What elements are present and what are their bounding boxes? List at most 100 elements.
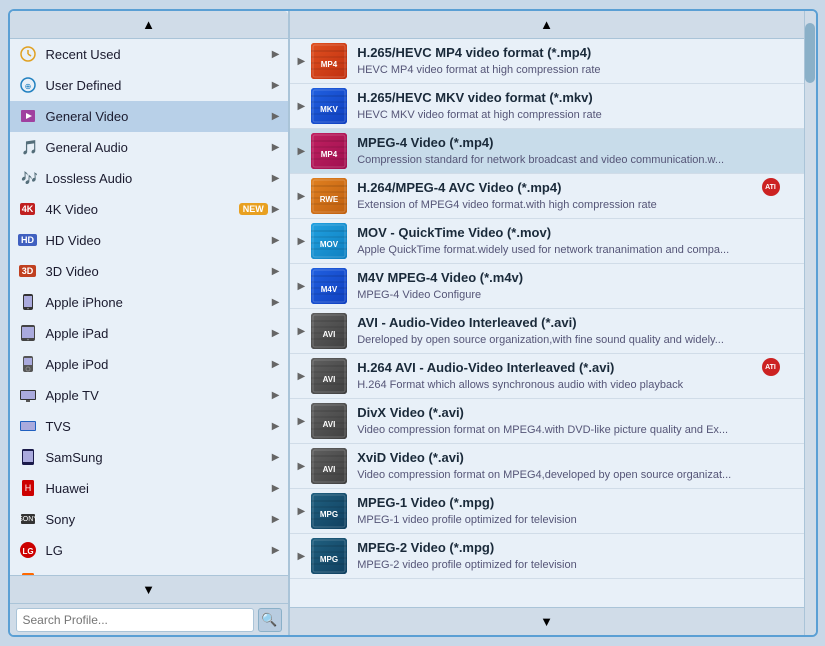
sidebar-item-label: 3D Video [46,264,268,279]
ati-badge: ATI [762,178,780,196]
scrollbar-track [804,11,816,635]
arrow-icon: ▶ [298,191,306,202]
tvs-icon [18,416,38,436]
sidebar-item-general-video[interactable]: General Video▶ [10,101,288,132]
format-item-mpeg4[interactable]: ▶ MP4 MPEG-4 Video (*.mp4)Compression st… [290,129,804,174]
format-info: XviD Video (*.avi)Video compression form… [357,450,795,482]
format-desc: MPEG-4 Video Configure [357,288,795,302]
svg-text:🎵: 🎵 [21,139,37,155]
hd-icon: HD [18,230,38,250]
format-item-h265-mkv[interactable]: ▶ MKV H.265/HEVC MKV video format (*.mkv… [290,84,804,129]
arrow-icon: ▶ [272,297,280,308]
sidebar-item-label: General Audio [46,140,268,155]
svg-text:MP4: MP4 [321,60,338,69]
sidebar-item-3d-video[interactable]: 3D3D Video▶ [10,256,288,287]
user-icon: ⊕ [18,75,38,95]
arrow-icon: ▶ [272,266,280,277]
left-scroll-down[interactable]: ▼ [10,575,288,603]
svg-text:LG: LG [22,547,33,556]
chevron-up-icon: ▲ [142,17,155,32]
format-item-mpeg2[interactable]: ▶ MPG MPEG-2 Video (*.mpg)MPEG-2 video p… [290,534,804,579]
sidebar-item-label: User Defined [46,78,268,93]
svg-text:MKV: MKV [320,105,338,114]
sidebar-item-user-defined[interactable]: ⊕User Defined▶ [10,70,288,101]
sidebar-item-label: General Video [46,109,268,124]
right-panel: ▲ ▶ MP4 H.265/HEVC MP4 video format (*.m… [290,11,804,635]
format-thumbnail: MOV [311,223,347,259]
format-info: MPEG-4 Video (*.mp4)Compression standard… [357,135,795,167]
search-bar: 🔍 [10,603,288,635]
format-name: AVI - Audio-Video Interleaved (*.avi) [357,315,795,332]
sidebar-item-apple-tv[interactable]: Apple TV▶ [10,380,288,411]
format-info: H.265/HEVC MKV video format (*.mkv)HEVC … [357,90,795,122]
format-thumbnail: AVI [311,358,347,394]
format-item-h265-mp4[interactable]: ▶ MP4 H.265/HEVC MP4 video format (*.mp4… [290,39,804,84]
phone-icon [18,292,38,312]
sidebar-item-lg[interactable]: LGLG▶ [10,535,288,566]
right-scroll-down[interactable]: ▼ [290,607,804,635]
left-list: Recent Used▶⊕User Defined▶General Video▶… [10,39,288,575]
arrow-icon: ▶ [298,281,306,292]
scrollbar-thumb[interactable] [805,23,815,83]
sidebar-item-general-audio[interactable]: 🎵General Audio▶ [10,132,288,163]
format-name: H.264 AVI - Audio-Video Interleaved (*.a… [357,360,795,377]
svg-text:⊕: ⊕ [24,82,31,91]
sidebar-item-apple-ipod[interactable]: Apple iPod▶ [10,349,288,380]
format-desc: Video compression format on MPEG4,develo… [357,468,795,482]
format-item-xvid[interactable]: ▶ AVI XviD Video (*.avi)Video compressio… [290,444,804,489]
format-thumbnail: MP4 [311,133,347,169]
svg-text:MP4: MP4 [321,150,338,159]
right-scroll-up[interactable]: ▲ [290,11,804,39]
search-button[interactable]: 🔍 [258,608,282,632]
sidebar-item-xiaomi[interactable]: MiXiaomi▶ [10,566,288,575]
sidebar-item-apple-ipad[interactable]: Apple iPad▶ [10,318,288,349]
format-item-mov[interactable]: ▶ MOV MOV - QuickTime Video (*.mov)Apple… [290,219,804,264]
ati-badge: ATI [762,358,780,376]
samsung-icon [18,447,38,467]
sidebar-item-label: Huawei [46,481,268,496]
format-thumbnail: MKV [311,88,347,124]
svg-text:MOV: MOV [320,240,339,249]
arrow-icon: ▶ [272,452,280,463]
format-name: H.264/MPEG-4 AVC Video (*.mp4) [357,180,795,197]
arrow-icon: ▶ [298,101,306,112]
format-info: H.265/HEVC MP4 video format (*.mp4)HEVC … [357,45,795,77]
search-input[interactable] [16,608,254,632]
arrow-icon: ▶ [272,235,280,246]
sidebar-item-tvs[interactable]: TVS▶ [10,411,288,442]
format-info: M4V MPEG-4 Video (*.m4v)MPEG-4 Video Con… [357,270,795,302]
format-item-h264-avi[interactable]: ▶ AVI H.264 AVI - Audio-Video Interleave… [290,354,804,399]
xiaomi-icon: Mi [18,571,38,575]
arrow-icon: ▶ [298,461,306,472]
format-info: MOV - QuickTime Video (*.mov)Apple Quick… [357,225,795,257]
format-item-mpeg1[interactable]: ▶ MPG MPEG-1 Video (*.mpg)MPEG-1 video p… [290,489,804,534]
svg-text:AVI: AVI [323,420,336,429]
format-item-avi[interactable]: ▶ AVI AVI - Audio-Video Interleaved (*.a… [290,309,804,354]
format-item-m4v[interactable]: ▶ M4V M4V MPEG-4 Video (*.m4v)MPEG-4 Vid… [290,264,804,309]
arrow-icon: ▶ [272,390,280,401]
sidebar-item-apple-iphone[interactable]: Apple iPhone▶ [10,287,288,318]
format-thumbnail: AVI [311,313,347,349]
format-name: H.265/HEVC MP4 video format (*.mp4) [357,45,795,62]
audio-icon: 🎵 [18,137,38,157]
format-item-divx[interactable]: ▶ AVI DivX Video (*.avi)Video compressio… [290,399,804,444]
sidebar-item-samsung[interactable]: SamSung▶ [10,442,288,473]
sidebar-item-hd-video[interactable]: HDHD Video▶ [10,225,288,256]
sidebar-item-sony[interactable]: SONYSony▶ [10,504,288,535]
format-info: MPEG-2 Video (*.mpg)MPEG-2 video profile… [357,540,795,572]
format-thumbnail: MPG [311,538,347,574]
arrow-icon: ▶ [272,514,280,525]
format-item-h264-mp4[interactable]: ▶ RWE H.264/MPEG-4 AVC Video (*.mp4)Exte… [290,174,804,219]
sidebar-item-lossless-audio[interactable]: 🎶Lossless Audio▶ [10,163,288,194]
format-thumbnail: MPG [311,493,347,529]
tv-icon [18,385,38,405]
arrow-icon: ▶ [272,483,280,494]
format-name: H.265/HEVC MKV video format (*.mkv) [357,90,795,107]
sidebar-item-4k-video[interactable]: 4K4K VideoNEW▶ [10,194,288,225]
sidebar-item-recent-used[interactable]: Recent Used▶ [10,39,288,70]
svg-text:SONY: SONY [20,516,36,523]
arrow-icon: ▶ [272,49,280,60]
left-scroll-up[interactable]: ▲ [10,11,288,39]
format-name: DivX Video (*.avi) [357,405,795,422]
sidebar-item-huawei[interactable]: HHuawei▶ [10,473,288,504]
